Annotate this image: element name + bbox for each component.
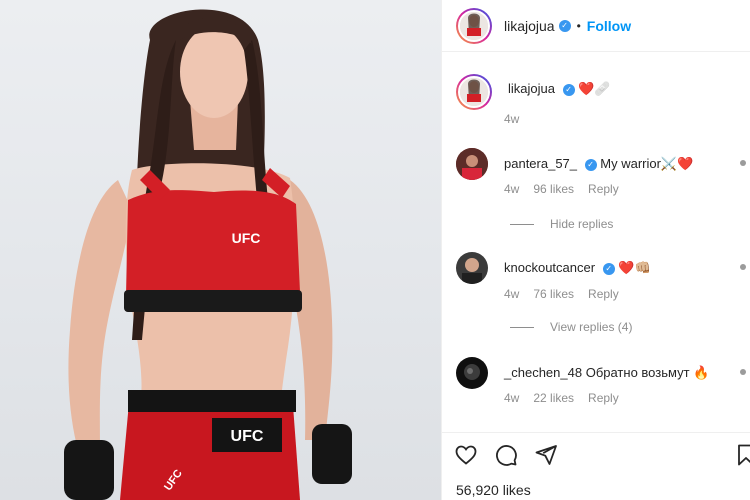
verified-badge-icon: ✓ — [602, 262, 615, 275]
view-replies-toggle[interactable]: View replies (4) — [510, 320, 632, 334]
verified-badge-icon: ✓ — [562, 83, 575, 96]
replies-label[interactable]: Hide replies — [550, 217, 613, 231]
comment-text: My warrior⚔️❤️ — [600, 156, 694, 171]
comment-likes[interactable]: 76 likes — [533, 287, 574, 301]
comment-row: _chechen_48 Обратно возьмут 🔥 — [456, 357, 746, 389]
verified-badge-icon: ✓ — [584, 158, 597, 171]
comment-text: ❤️👊🏼 — [618, 260, 651, 275]
reply-button[interactable]: Reply — [588, 287, 619, 301]
bookmark-icon[interactable] — [734, 443, 750, 467]
author-username[interactable]: likajojua — [504, 18, 555, 34]
replies-divider — [510, 326, 534, 328]
caption-row: likajojua ✓ ❤️🩹 — [456, 74, 746, 110]
commenter-avatar[interactable] — [456, 252, 488, 284]
separator-dot: • — [576, 18, 581, 33]
hide-replies-toggle[interactable]: Hide replies — [510, 217, 613, 231]
caption-text: ❤️🩹 — [578, 81, 611, 96]
post-photo[interactable]: UFC UFC UFC — [0, 0, 441, 500]
bra-logo: UFC — [232, 230, 261, 246]
reply-button[interactable]: Reply — [588, 182, 619, 196]
comment-meta: 4w 96 likes Reply — [504, 182, 619, 196]
comment-likes[interactable]: 22 likes — [533, 391, 574, 405]
fighter-illustration: UFC UFC UFC — [64, 9, 352, 500]
heart-outline-icon[interactable] — [454, 443, 478, 467]
follow-button[interactable]: Follow — [587, 18, 631, 34]
commenter-avatar[interactable] — [456, 357, 488, 389]
comment-meta: 4w 76 likes Reply — [504, 287, 619, 301]
reply-button[interactable]: Reply — [588, 391, 619, 405]
comment-text: Обратно возьмут 🔥 — [585, 365, 710, 380]
comment-like-icon[interactable] — [740, 160, 746, 166]
post-sidebar: likajojua ✓ • Follow likajojua ✓ ❤️🩹 4w — [441, 0, 750, 500]
comment-meta: 4w 22 likes Reply — [504, 391, 619, 405]
comment-row: knockoutcancer ✓ ❤️👊🏼 — [456, 252, 746, 284]
comment-like-icon[interactable] — [740, 264, 746, 270]
comment-time[interactable]: 4w — [504, 391, 519, 405]
comment-time[interactable]: 4w — [504, 182, 519, 196]
post-header: likajojua ✓ • Follow — [442, 0, 750, 52]
comment-time[interactable]: 4w — [504, 287, 519, 301]
likes-count[interactable]: 56,920 likes — [456, 482, 531, 498]
paper-plane-icon[interactable] — [534, 443, 558, 467]
comment-bubble-icon[interactable] — [494, 443, 518, 467]
comment-like-icon[interactable] — [740, 369, 746, 375]
shorts-logo: UFC — [231, 428, 264, 445]
caption-avatar[interactable] — [456, 74, 492, 110]
comment-username[interactable]: _chechen_48 — [504, 365, 582, 380]
replies-label[interactable]: View replies (4) — [550, 320, 632, 334]
verified-badge-icon: ✓ — [558, 19, 571, 32]
comment-row: pantera_57_ ✓ My warrior⚔️❤️ — [456, 148, 746, 180]
commenter-avatar[interactable] — [456, 148, 488, 180]
author-avatar[interactable] — [456, 7, 492, 44]
replies-divider — [510, 223, 534, 225]
comments-list: likajojua ✓ ❤️🩹 4w pantera_57_ ✓ My warr… — [442, 52, 750, 428]
caption-time[interactable]: 4w — [504, 112, 519, 126]
post-actions — [442, 432, 750, 472]
comment-likes[interactable]: 96 likes — [533, 182, 574, 196]
caption-username[interactable]: likajojua — [508, 81, 555, 96]
comment-username[interactable]: pantera_57_ — [504, 156, 577, 171]
comment-username[interactable]: knockoutcancer — [504, 260, 595, 275]
caption-meta: 4w — [504, 112, 519, 126]
